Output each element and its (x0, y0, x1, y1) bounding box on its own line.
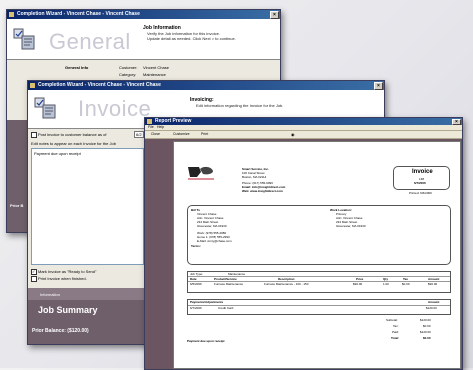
close-report-button[interactable]: Close (151, 132, 160, 136)
section-subtitle-2: Update detail as needed. Click Next > to… (147, 36, 236, 41)
close-button[interactable]: × (374, 82, 383, 90)
info-band: Information (28, 288, 145, 300)
footer-note: Payment due upon receipt (187, 339, 225, 343)
row-date: 6/5/2006 (190, 282, 202, 286)
category-label: Category: (119, 72, 137, 77)
app-icon (147, 119, 152, 124)
invoice-date: 6/7/2006 (414, 181, 426, 185)
info-band-label: Information (40, 292, 61, 297)
tax-value: $0.00 (423, 324, 431, 328)
prior-balance-label: Prior B (10, 203, 24, 208)
printed-date: Printed: 6/6/2006 (409, 191, 432, 195)
total-label: Total: (391, 336, 399, 340)
bill-email: E-Mail: vinny@chase.com (197, 239, 232, 243)
company-address-2: Boston, MA 02114 (242, 175, 267, 179)
general-header: General Job Information Verify the Job i… (7, 19, 280, 60)
app-icon (9, 12, 14, 17)
row-tax: $0.00 (402, 282, 410, 286)
invoice-form: Post invoice to customer balance as of 6… (28, 129, 145, 295)
page-title: Invoice (78, 96, 152, 121)
row-price: $90.00 (353, 282, 363, 286)
invoice-titlebar[interactable]: Completion Wizard - Vincent Chase - Vinc… (28, 81, 384, 90)
print-checkbox[interactable] (31, 276, 37, 282)
payments-label: Payments/Adjustments (190, 300, 224, 304)
section-subtitle: Edit information regarding the Invoice f… (196, 103, 284, 108)
print-button[interactable]: Print (201, 132, 208, 136)
page-title: General (49, 29, 131, 54)
row-description: Furnace Maintenance - 100 - 150 (264, 282, 309, 286)
paid-value: $120.00 (420, 330, 431, 334)
total-value: $0.00 (423, 336, 431, 340)
row-qty: 1.00 (383, 282, 389, 286)
post-date-input[interactable]: 6/2 (134, 131, 144, 138)
toolbar: Close Customize Print ◉ (145, 131, 462, 139)
payment-method: Credit Card (218, 306, 234, 310)
post-checkbox[interactable] (31, 132, 37, 138)
notes-text: Payment due upon receipt (34, 151, 81, 156)
line-items-table: Job Type: Maintenance Date Product/Servi… (187, 271, 451, 293)
address-box: Bill To Vincent Chase Attn: Vincent Chas… (187, 205, 451, 265)
report-preview-window: Report Preview × File Help Close Customiz… (144, 117, 463, 370)
payment-amount: $120.00 (426, 306, 437, 310)
customer-label: Customer: (119, 65, 138, 70)
notes-textarea[interactable]: Payment due upon receipt (31, 148, 144, 265)
paid-label: Paid: (392, 330, 399, 334)
subtotal-value: $120.00 (420, 318, 431, 322)
general-info-label: General Info (65, 65, 89, 70)
payments-table: Payments/Adjustments Amount 6/7/2006 Cre… (187, 299, 451, 315)
app-icon (30, 83, 35, 88)
subtotal-label: Subtotal: (386, 318, 398, 322)
payments-amount-label: Amount (428, 300, 440, 304)
report-titlebar[interactable]: Report Preview × (145, 118, 462, 125)
general-titlebar[interactable]: Completion Wizard - Vincent Chase - Vinc… (7, 10, 280, 19)
row-amount: $90.00 (428, 282, 438, 286)
print-label: Print Invoice when finished. (38, 276, 87, 281)
prior-balance-text: Prior Balance: ($120.00) (32, 328, 89, 334)
row-product: Furnace Maintenance (214, 282, 244, 286)
menu-help[interactable]: Help (157, 125, 164, 129)
invoice-label: Invoice (412, 169, 433, 175)
customize-button[interactable]: Customize (173, 132, 190, 136)
invoice-box: Invoice 138 6/7/2006 (393, 166, 450, 190)
location-city: Gloucester, MA 01930 (336, 224, 366, 228)
terms-label: Terms: (191, 244, 201, 248)
company-web: Web: www.insightdirect.com (242, 189, 283, 193)
wizard-icon (13, 28, 35, 50)
menu-file[interactable]: File (148, 125, 154, 129)
mark-ready-label: Mark Invoice as "Ready to Send" (38, 269, 97, 274)
job-summary-title: Job Summary (38, 305, 98, 315)
category-value[interactable]: Maintenance (143, 72, 166, 77)
binoculars-icon[interactable]: ◉ (291, 132, 295, 137)
payment-date: 6/7/2006 (190, 306, 202, 310)
company-logo (188, 166, 214, 180)
invoice-document: Smart Service, Inc. 100 Canal Street Bos… (173, 141, 461, 369)
bill-city: Gloucester, MA 01930 (197, 224, 227, 228)
post-invoice-label: Post invoice to customer balance as of (38, 132, 107, 137)
customer-value[interactable]: Vincent Chase (143, 65, 169, 70)
wizard-icon (34, 97, 56, 119)
close-button[interactable]: × (270, 11, 279, 19)
mark-ready-checkbox[interactable]: ✓ (31, 269, 37, 275)
tax-label: Tax: (393, 324, 399, 328)
notes-label: Edit notes to appear on each Invoice for… (31, 141, 116, 146)
